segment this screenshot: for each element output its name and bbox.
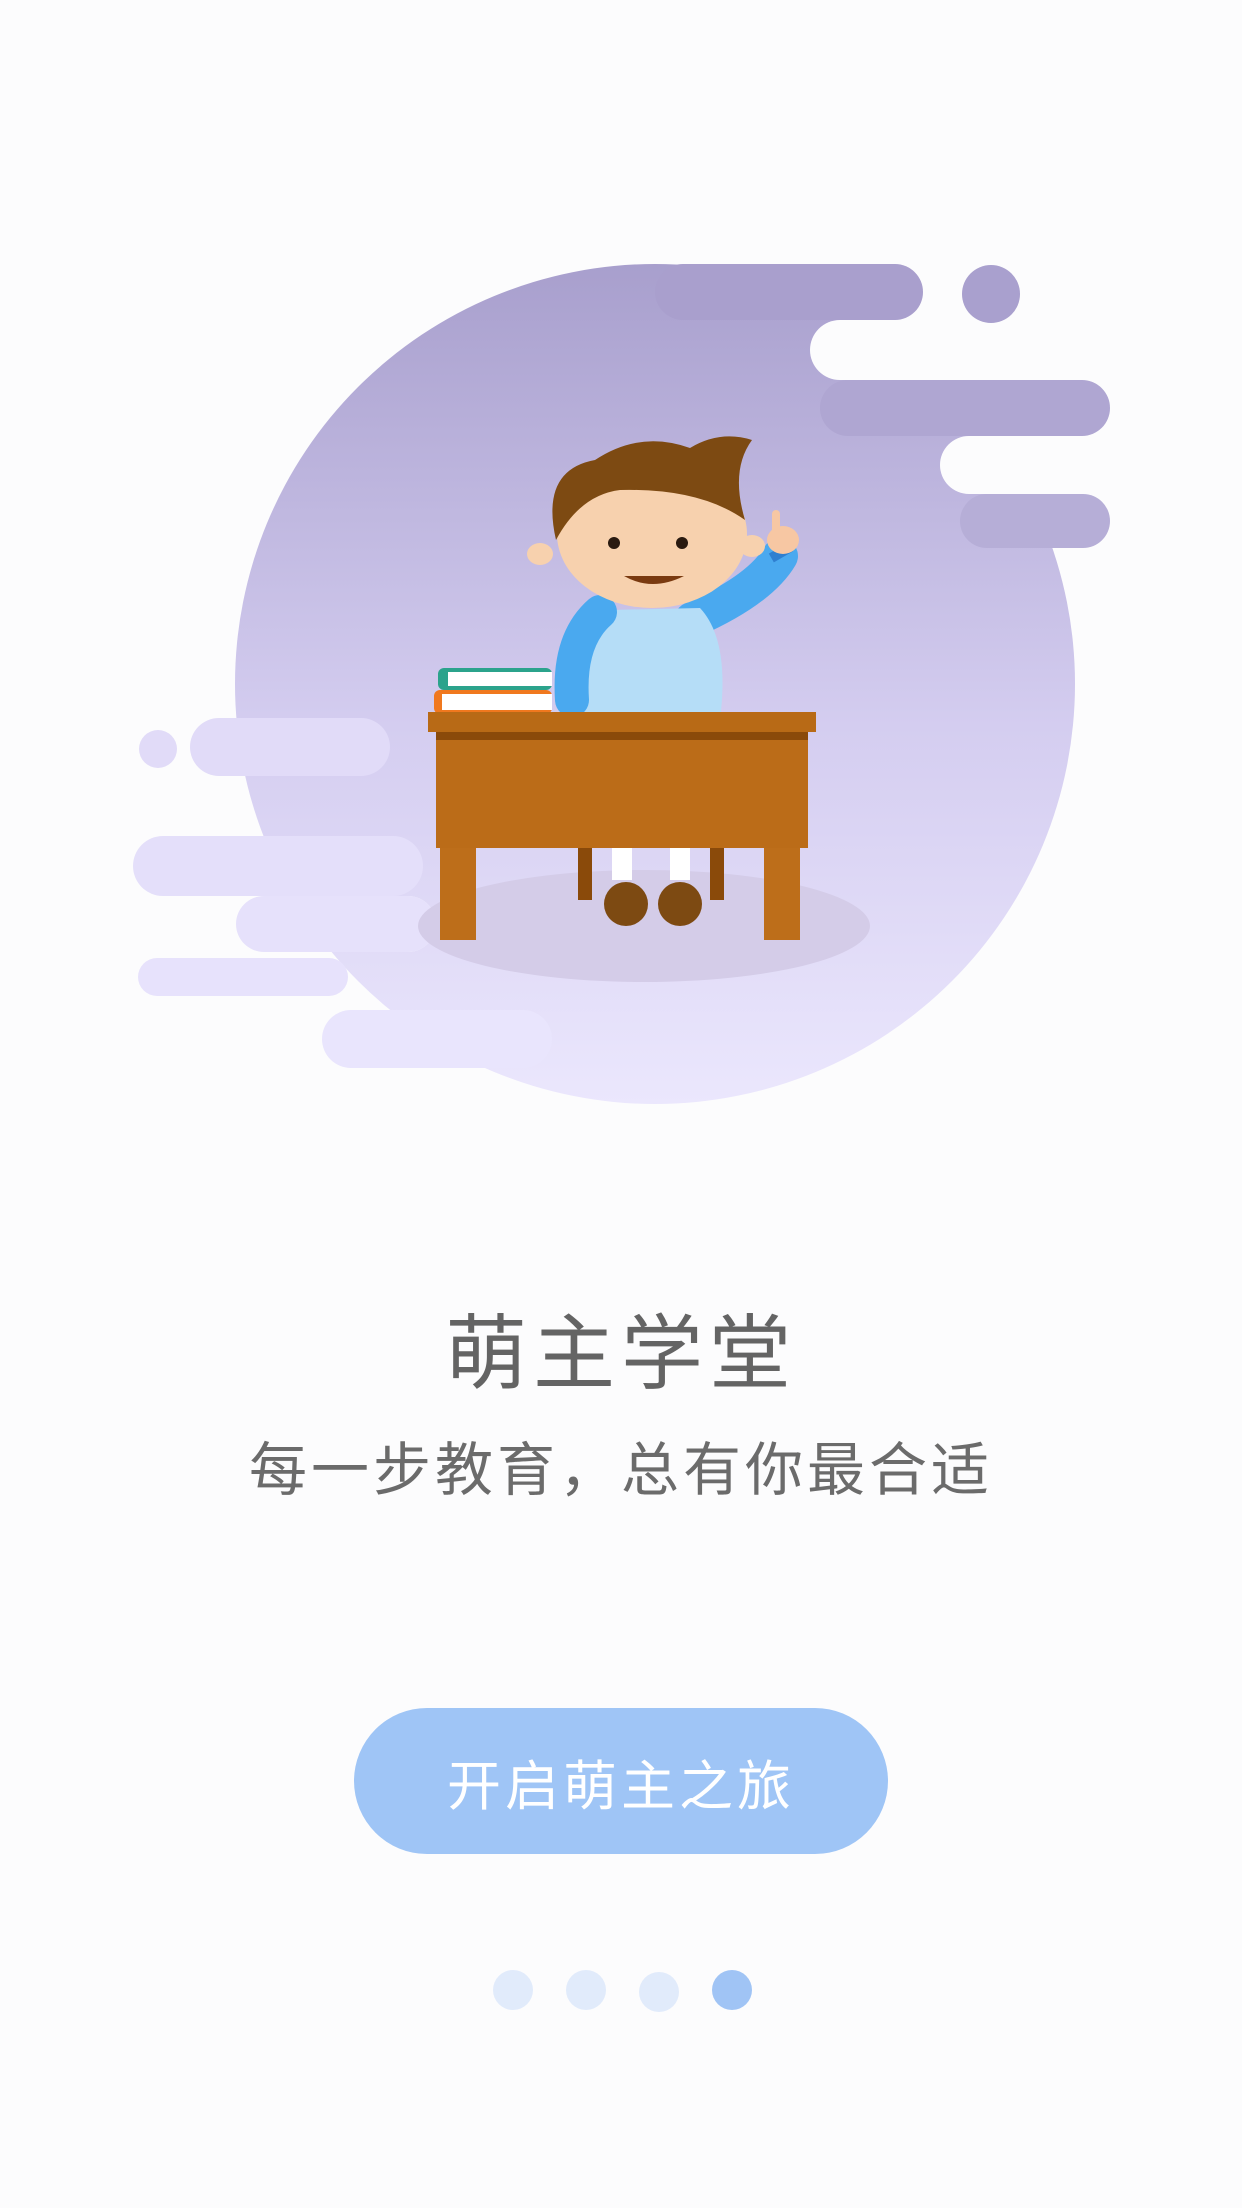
- page-indicator: [0, 1970, 1242, 2012]
- floor-shadow: [418, 870, 870, 982]
- page-dot-1[interactable]: [493, 1970, 533, 2010]
- start-button-label: 开启萌主之旅: [447, 1754, 795, 1818]
- books-stack: [434, 668, 552, 714]
- onboarding-screen: 萌主学堂 每一步教育，总有你最合适 开启萌主之旅: [0, 0, 1242, 2208]
- student-at-desk-illustration: [133, 264, 1120, 1104]
- app-title: 萌主学堂: [444, 1307, 797, 1402]
- app-slogan: 每一步教育，总有你最合适: [248, 1436, 993, 1504]
- page-dot-3[interactable]: [639, 1972, 679, 2012]
- page-dot-2[interactable]: [566, 1970, 606, 2010]
- start-journey-button[interactable]: 开启萌主之旅: [354, 1708, 888, 1854]
- page-dot-4-active[interactable]: [712, 1970, 752, 2010]
